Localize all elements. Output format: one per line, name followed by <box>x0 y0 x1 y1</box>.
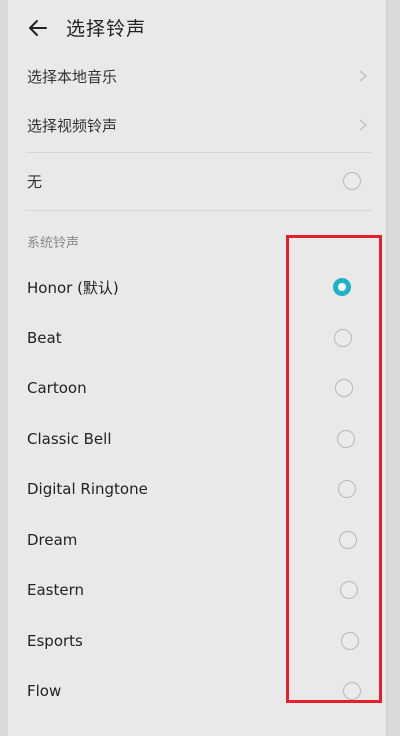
ringtone-row[interactable]: Dream <box>8 517 386 563</box>
ringtone-label: Classic Bell <box>27 429 112 448</box>
ringtone-label: Flow <box>27 682 62 700</box>
ringtone-radio[interactable] <box>340 581 359 599</box>
no-ringtone-label: 无 <box>27 172 43 191</box>
section-title: 系统铃声 <box>27 236 80 251</box>
ringtone-row[interactable]: Flow <box>8 668 386 714</box>
no-ringtone-radio[interactable] <box>343 172 361 190</box>
ringtone-row[interactable]: Cartoon <box>8 365 386 411</box>
ringtone-row[interactable]: Honor (默认) <box>8 264 386 310</box>
no-ringtone-row[interactable]: 无 <box>8 158 386 204</box>
ringtone-radio-selected[interactable] <box>333 278 351 296</box>
app-header: 选择铃声 <box>8 0 386 56</box>
ringtone-radio[interactable] <box>341 631 360 650</box>
ringtone-row[interactable]: Classic Bell <box>8 416 386 462</box>
ringtone-label: Cartoon <box>27 379 87 397</box>
ringtone-label: Esports <box>27 631 83 650</box>
ringtone-label: Honor (默认) <box>27 278 119 297</box>
ringtone-radio[interactable] <box>337 480 356 498</box>
ringtone-radio[interactable] <box>336 429 355 448</box>
divider <box>26 152 372 153</box>
ringtone-label: Eastern <box>27 581 85 599</box>
ringtone-radio[interactable] <box>334 328 353 347</box>
divider <box>26 210 372 211</box>
select-local-music-label: 选择本地音乐 <box>27 67 118 86</box>
ringtone-row[interactable]: Eastern <box>8 567 386 613</box>
ringtone-label: Digital Ringtone <box>27 480 148 498</box>
arrow-left-icon <box>29 20 47 36</box>
page-title: 选择铃声 <box>66 18 147 40</box>
chevron-right-icon <box>359 70 368 82</box>
ringtone-radio[interactable] <box>342 682 361 700</box>
back-button[interactable] <box>22 12 54 44</box>
ringtone-row[interactable]: Beat <box>8 315 386 361</box>
ringtone-row[interactable]: Esports <box>8 618 386 664</box>
chevron-right-icon <box>359 119 368 131</box>
ringtone-screen: 选择铃声 选择本地音乐 选择视频铃声 无 系统铃声 Honor (默认) Beat… <box>8 0 387 736</box>
select-video-ringtone-row[interactable]: 选择视频铃声 <box>8 101 386 149</box>
ringtone-label: Dream <box>27 530 78 549</box>
select-local-music-row[interactable]: 选择本地音乐 <box>8 52 386 100</box>
ringtone-radio[interactable] <box>335 379 354 397</box>
ringtone-label: Beat <box>27 328 62 347</box>
ringtone-row[interactable]: Digital Ringtone <box>8 466 386 512</box>
ringtone-radio[interactable] <box>339 530 357 549</box>
select-video-ringtone-label: 选择视频铃声 <box>27 116 118 135</box>
